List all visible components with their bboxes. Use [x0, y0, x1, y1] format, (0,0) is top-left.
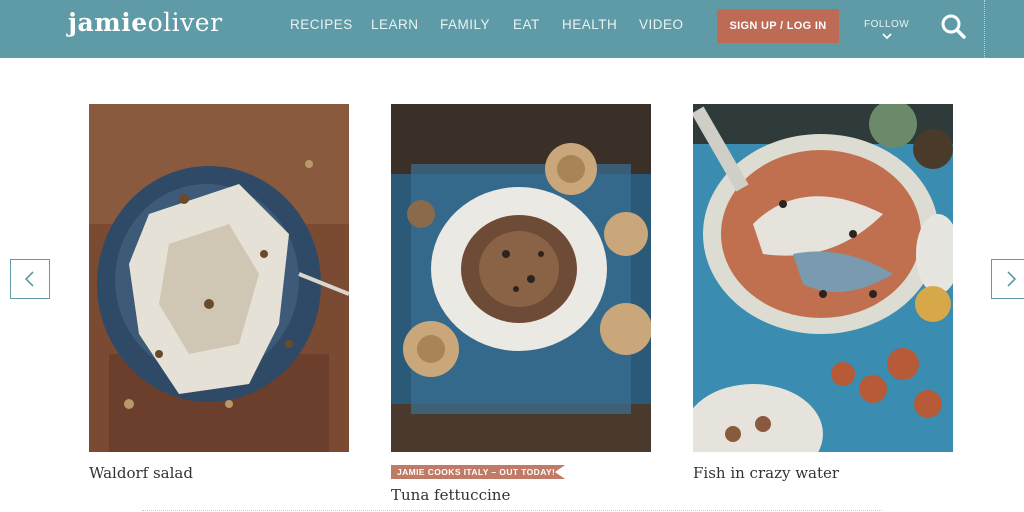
nav-recipes[interactable]: RECIPES: [290, 17, 353, 32]
site-logo[interactable]: jamieoliver: [68, 8, 223, 37]
recipe-card[interactable]: JAMIE COOKS ITALY – OUT TODAY! Tuna fett…: [391, 104, 651, 504]
site-header: jamieoliver RECIPES LEARN FAMILY EAT HEA…: [0, 0, 1024, 58]
section-divider: [142, 510, 882, 511]
header-divider: [984, 0, 985, 58]
nav-video[interactable]: VIDEO: [639, 17, 684, 32]
follow-label: FOLLOW: [864, 19, 910, 30]
sign-up-login-button[interactable]: SIGN UP / LOG IN: [717, 9, 839, 43]
recipe-card[interactable]: Waldorf salad: [89, 104, 349, 482]
search-icon[interactable]: [939, 12, 967, 40]
recipe-image-tuna-fettuccine[interactable]: [391, 104, 651, 452]
nav-family[interactable]: FAMILY: [440, 17, 490, 32]
recipe-image-fish-in-crazy-water[interactable]: [693, 104, 953, 452]
nav-learn[interactable]: LEARN: [371, 17, 419, 32]
nav-health[interactable]: HEALTH: [562, 17, 617, 32]
carousel-next-button[interactable]: [991, 259, 1024, 299]
recipe-title[interactable]: Fish in crazy water: [693, 464, 953, 482]
recipe-card[interactable]: Fish in crazy water: [693, 104, 953, 482]
promo-badge: JAMIE COOKS ITALY – OUT TODAY!: [391, 465, 566, 479]
carousel-prev-button[interactable]: [10, 259, 50, 299]
logo-text-regular: oliver: [147, 8, 223, 37]
recipe-title[interactable]: Tuna fettuccine: [391, 486, 651, 504]
follow-menu[interactable]: FOLLOW: [864, 19, 909, 42]
chevron-right-icon: [1007, 271, 1017, 287]
chevron-left-icon: [24, 271, 34, 287]
recipe-title[interactable]: Waldorf salad: [89, 464, 349, 482]
nav-eat[interactable]: EAT: [513, 17, 540, 32]
recipe-image-waldorf-salad[interactable]: [89, 104, 349, 452]
chevron-down-icon: [881, 33, 892, 40]
logo-text-bold: jamie: [68, 8, 148, 37]
